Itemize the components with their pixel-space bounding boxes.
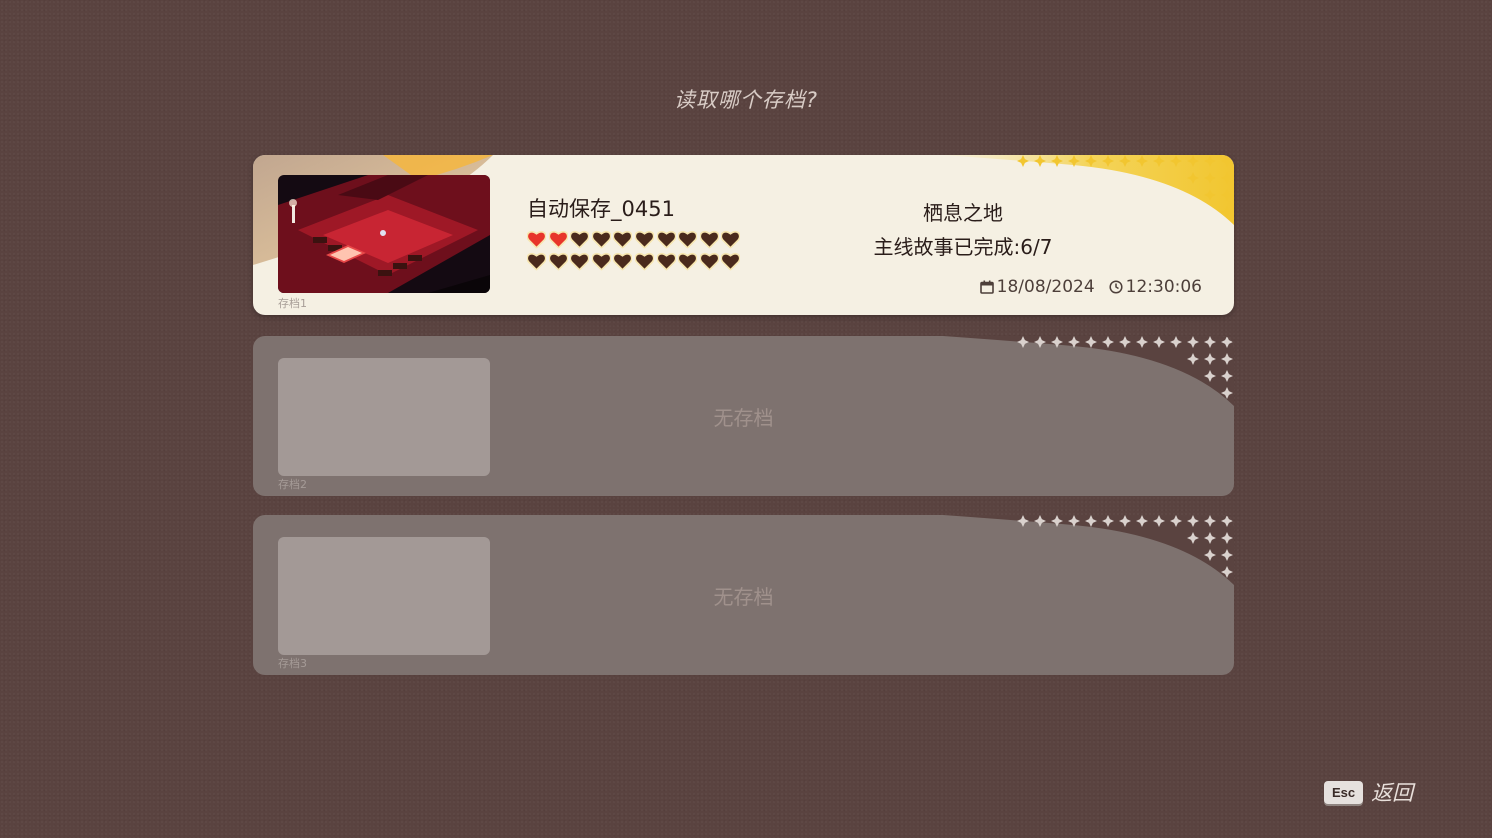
- heart-icon: [699, 230, 720, 249]
- heart-icon: [612, 252, 633, 271]
- slot-label: 存档3: [278, 657, 307, 670]
- heart-icon: [720, 230, 741, 249]
- heart-icon: [526, 252, 547, 271]
- empty-slot-text: 无存档: [713, 585, 774, 609]
- save-timestamp: 18/08/2024 12:30:06: [979, 277, 1202, 297]
- heart-icon: [634, 230, 655, 249]
- esc-key[interactable]: Esc: [1324, 780, 1364, 804]
- heart-icon: [548, 252, 569, 271]
- heart-icon: [655, 252, 677, 271]
- calendar-icon: [979, 280, 994, 294]
- heart-icon: [569, 252, 590, 271]
- slot-label: 存档1: [278, 297, 307, 310]
- save-slot-1[interactable]: 存档1 自动保存_0451 栖息之地 主线故事已完成:6/7 18/08/202…: [253, 155, 1234, 315]
- heart-icon: [634, 252, 655, 271]
- save-date: 18/08/2024: [996, 277, 1095, 297]
- health-hearts: [526, 230, 757, 274]
- heart-icon: [677, 230, 698, 249]
- heart-icon: [612, 230, 633, 249]
- clock-icon: [1109, 280, 1123, 294]
- save-time: 12:30:06: [1125, 277, 1202, 297]
- empty-slot-text: 无存档: [713, 406, 774, 430]
- heart-icon: [655, 230, 677, 249]
- heart-icon: [548, 230, 569, 249]
- heart-icon: [720, 252, 741, 271]
- slot-label: 存档2: [278, 478, 307, 491]
- save-name: 自动保存_0451: [527, 197, 675, 221]
- heart-icon: [569, 230, 590, 249]
- page-title: 读取哪个存档?: [673, 88, 819, 112]
- save-thumbnail: [278, 175, 490, 293]
- heart-icon: [591, 230, 612, 249]
- back-label[interactable]: 返回: [1371, 777, 1413, 807]
- heart-icon: [591, 252, 612, 271]
- save-slot-2[interactable]: 无存档 存档2: [253, 336, 1234, 496]
- back-hint[interactable]: Esc 返回: [1324, 777, 1413, 807]
- heart-icon: [526, 230, 547, 249]
- story-progress: 主线故事已完成:6/7: [873, 235, 1053, 259]
- save-slot-3[interactable]: 无存档 存档3: [253, 515, 1234, 675]
- save-location: 栖息之地: [923, 201, 1003, 225]
- heart-icon: [699, 252, 720, 271]
- heart-icon: [677, 252, 698, 271]
